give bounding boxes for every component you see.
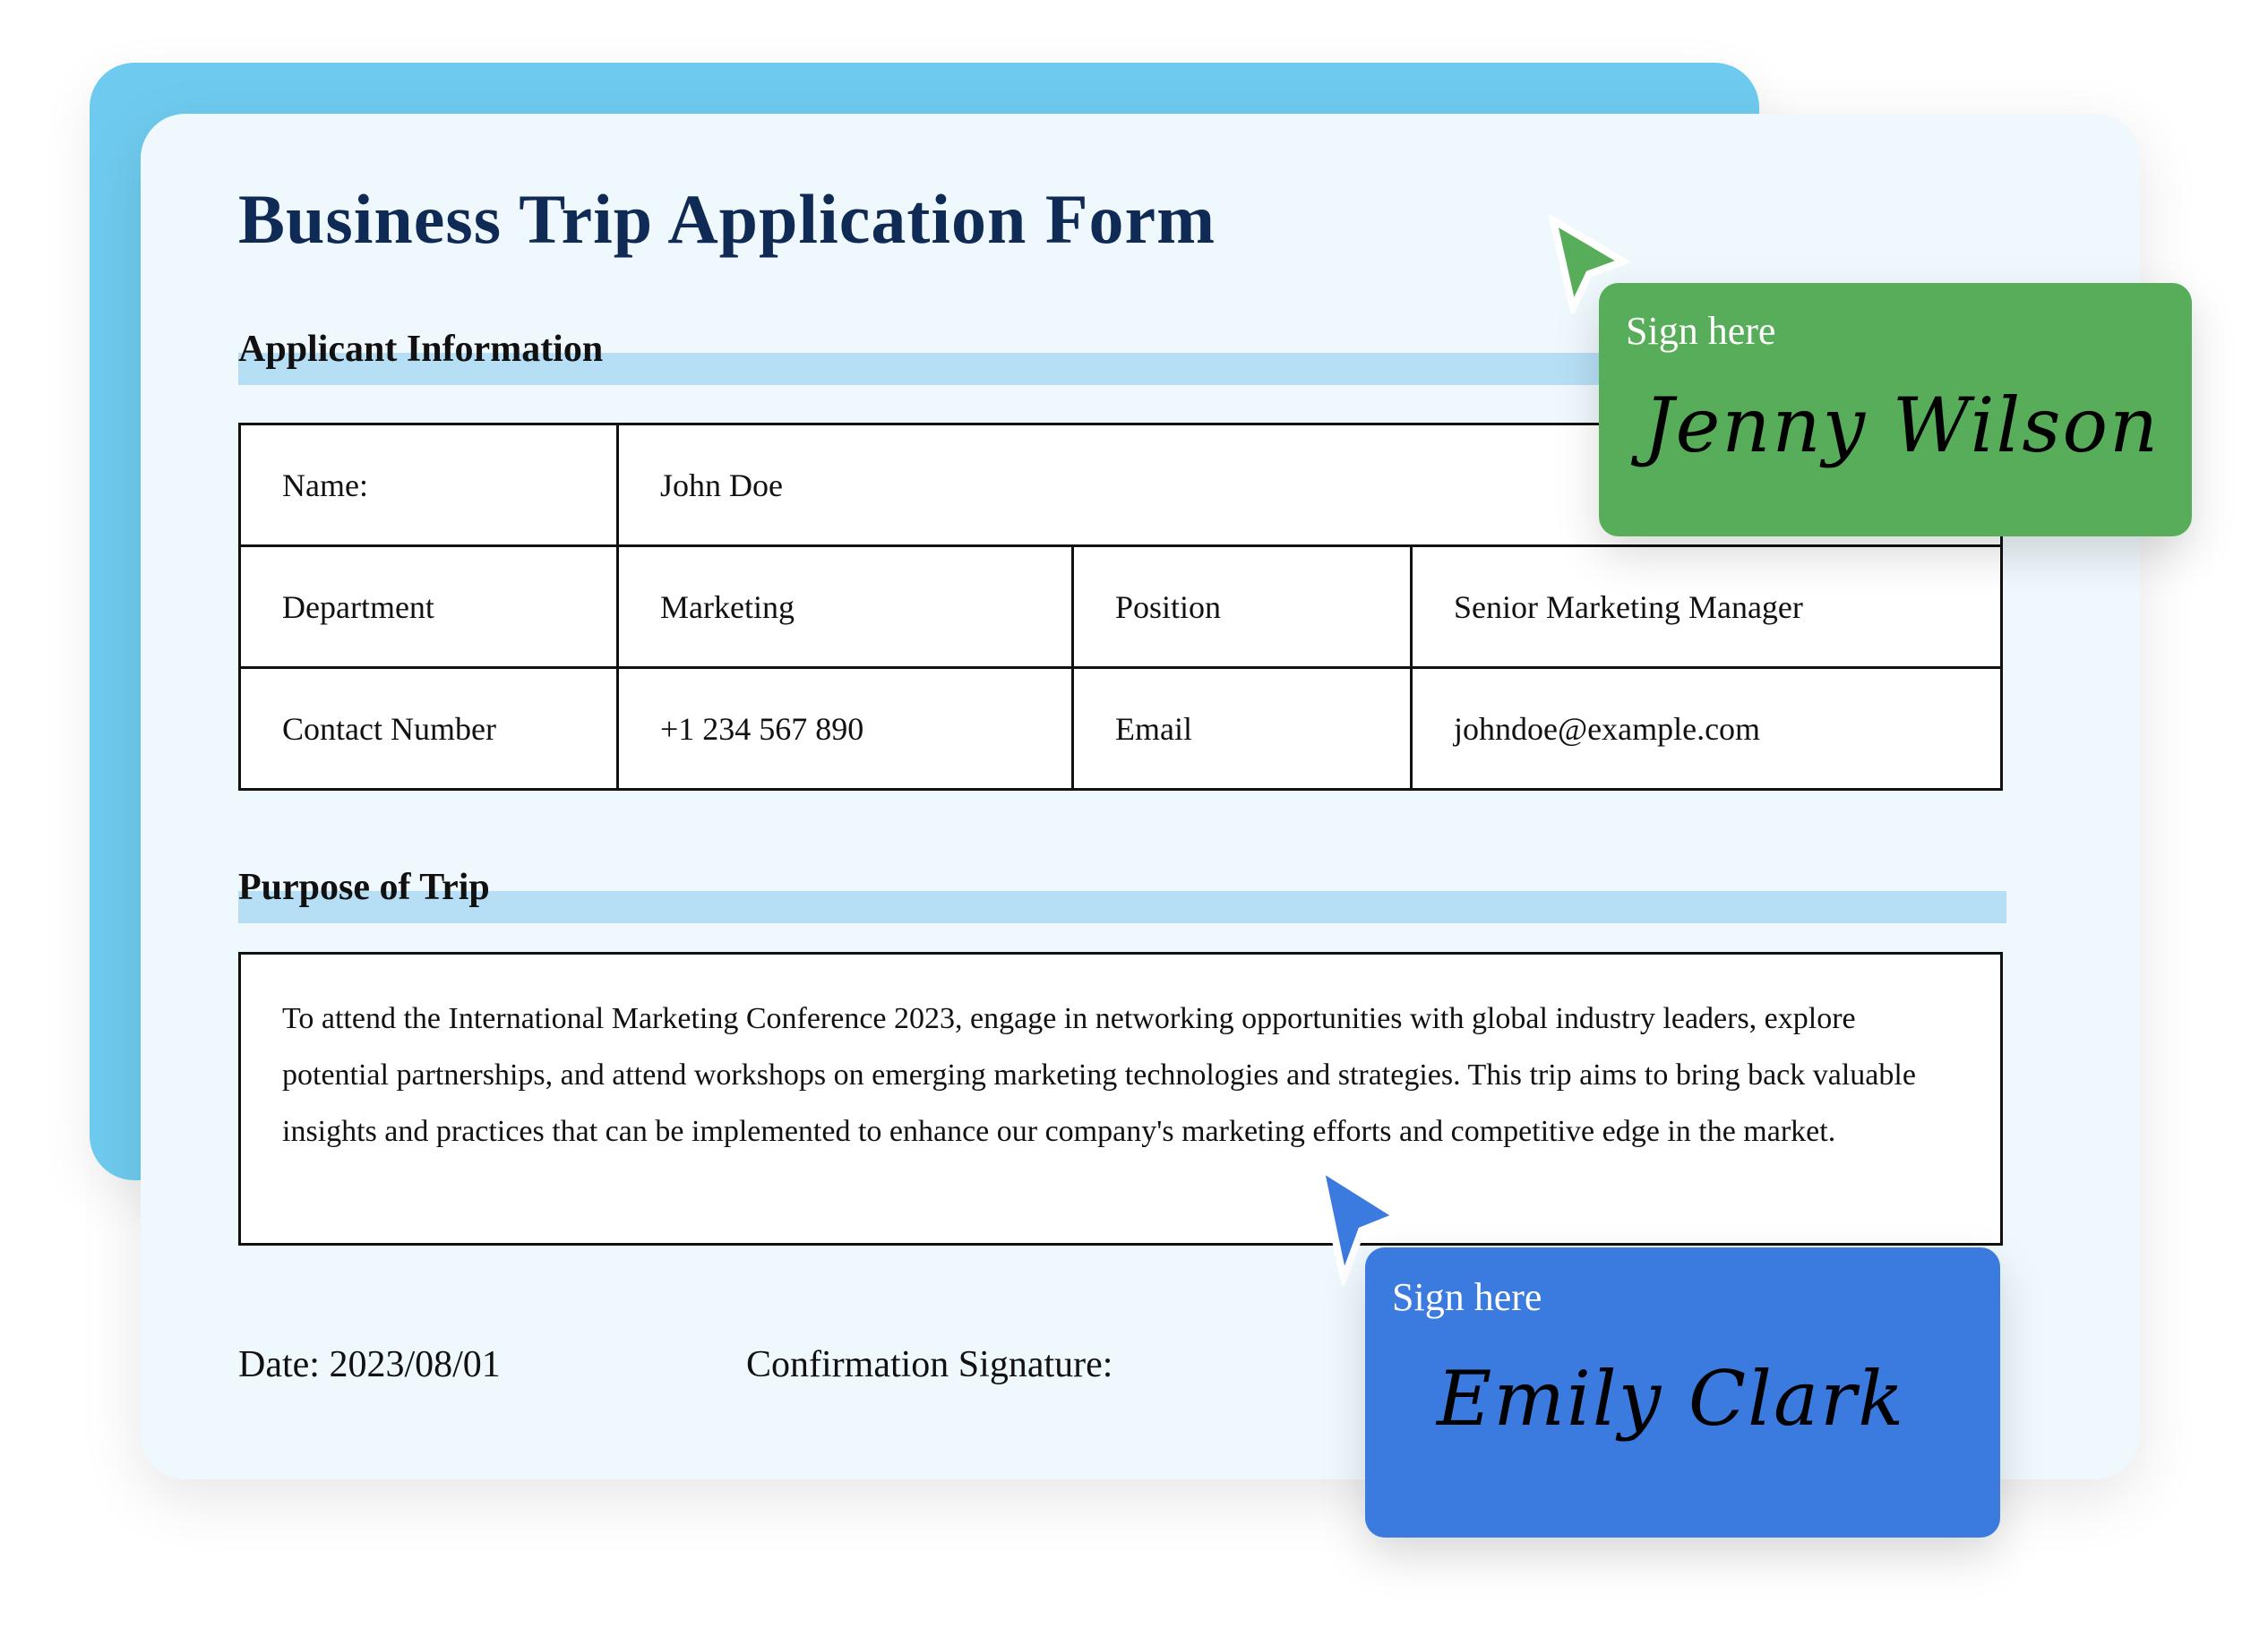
section-purpose-of-trip: Purpose of Trip bbox=[238, 866, 2006, 923]
position-value[interactable]: Senior Marketing Manager bbox=[1410, 544, 2003, 669]
sign-here-label: Sign here bbox=[1392, 1275, 1542, 1319]
contact-label: Contact Number bbox=[238, 666, 619, 791]
confirmation-signature-label: Confirmation Signature: bbox=[746, 1344, 1113, 1385]
sign-here-box-emily[interactable]: Sign here Emily Clark bbox=[1365, 1247, 2000, 1538]
table-row: Department Marketing Position Senior Mar… bbox=[238, 544, 2003, 669]
section-highlight bbox=[238, 891, 2006, 923]
email-label: Email bbox=[1071, 666, 1413, 791]
purpose-textbox[interactable]: To attend the International Marketing Co… bbox=[238, 952, 2003, 1246]
sign-here-box-jenny[interactable]: Sign here Jenny Wilson bbox=[1599, 283, 2192, 536]
table-row: Contact Number +1 234 567 890 Email john… bbox=[238, 666, 2003, 791]
contact-value[interactable]: +1 234 567 890 bbox=[616, 666, 1074, 791]
sign-here-label: Sign here bbox=[1626, 309, 1776, 353]
purpose-text: To attend the International Marketing Co… bbox=[282, 1002, 1916, 1148]
department-label: Department bbox=[238, 544, 619, 669]
handwritten-signature: Emily Clark bbox=[1437, 1355, 1906, 1443]
page-title: Business Trip Application Form bbox=[238, 180, 1216, 258]
email-value[interactable]: johndoe@example.com bbox=[1410, 666, 2003, 791]
name-label: Name: bbox=[238, 423, 619, 547]
position-label: Position bbox=[1071, 544, 1413, 669]
section-heading: Purpose of Trip bbox=[238, 867, 490, 908]
handwritten-signature: Jenny Wilson bbox=[1644, 381, 2161, 469]
department-value[interactable]: Marketing bbox=[616, 544, 1074, 669]
section-heading: Applicant Information bbox=[238, 329, 604, 370]
date-text: Date: 2023/08/01 bbox=[238, 1344, 501, 1385]
